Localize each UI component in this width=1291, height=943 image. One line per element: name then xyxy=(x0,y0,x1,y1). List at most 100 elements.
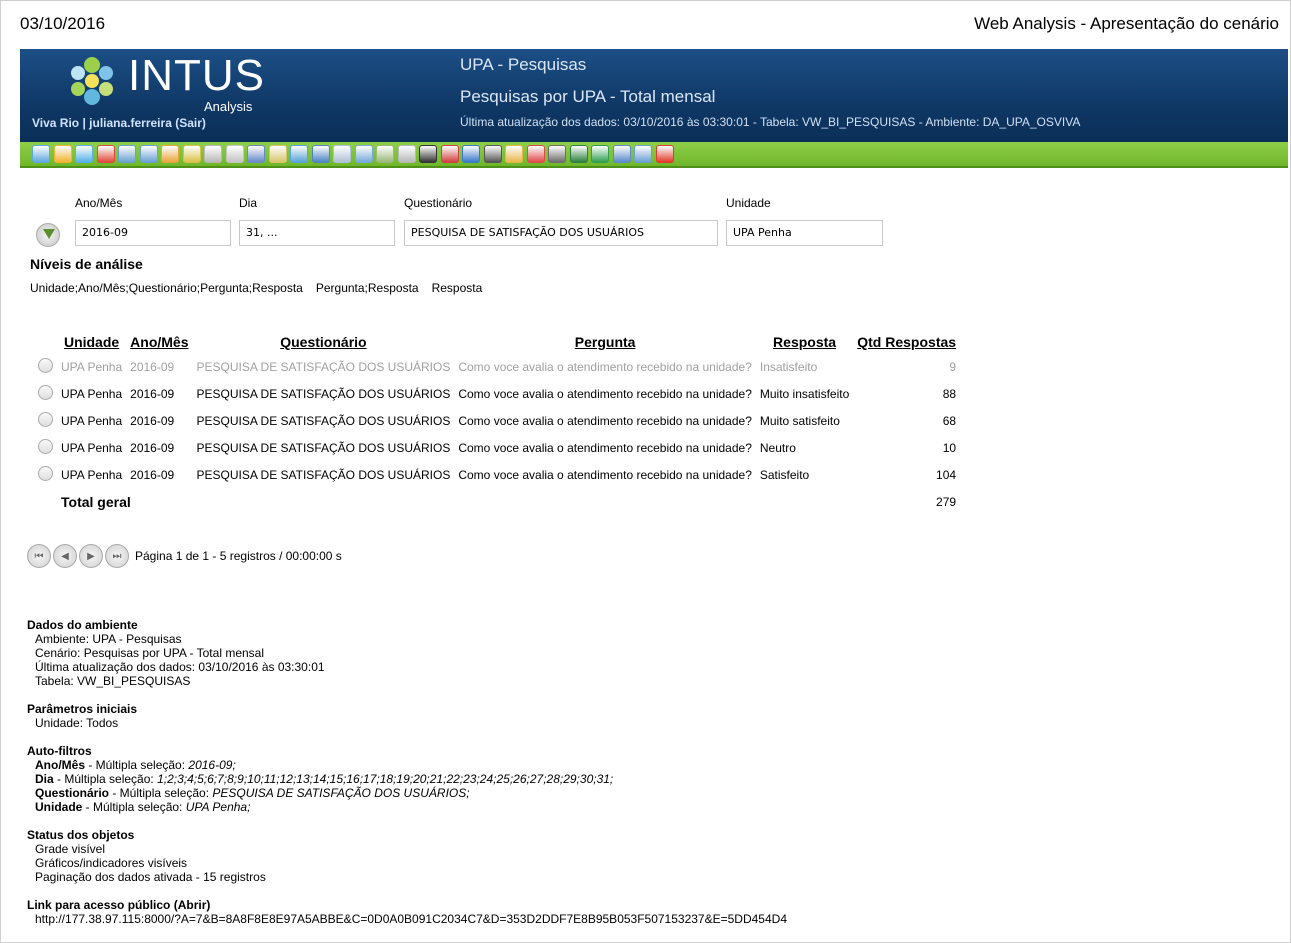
reload-icon[interactable] xyxy=(75,145,93,163)
filter-anomes-field[interactable]: 2016-09 xyxy=(75,220,231,246)
filter-remove-icon[interactable] xyxy=(204,145,222,163)
presentation-icon[interactable] xyxy=(118,145,136,163)
level-link-pergunta[interactable]: Pergunta;Resposta xyxy=(316,281,419,295)
cell-resposta: Muito insatisfeito xyxy=(759,386,850,401)
env-line: Tabela: VW_BI_PESQUISAS xyxy=(35,674,191,688)
table-row[interactable]: UPA Penha 2016-09 PESQUISA DE SATISFAÇÃO D… xyxy=(34,380,960,407)
cell-qtd: 9 xyxy=(949,359,957,374)
grid-icon[interactable] xyxy=(290,145,308,163)
link-icon[interactable] xyxy=(225,145,244,163)
logout-link[interactable]: Sair xyxy=(179,116,202,130)
env-line: Cenário: Pesquisas por UPA - Total mensa… xyxy=(35,646,265,660)
pagination: ⏮ ◀ ▶ ⏭ Página 1 de 1 - 5 registros / 00… xyxy=(27,544,342,568)
apply-filter-button[interactable] xyxy=(36,223,60,247)
col-qtd-respostas[interactable]: Qtd Respostas xyxy=(853,331,960,353)
filter-questionario-field[interactable]: PESQUISA DE SATISFAÇÃO DOS USUÁRIOS xyxy=(404,220,718,246)
cell-qtd: 10 xyxy=(942,440,957,455)
row-radio[interactable] xyxy=(38,384,53,400)
next-page-button[interactable]: ▶ xyxy=(79,544,103,568)
public-link-title: Link para acesso público (Abrir) xyxy=(27,898,211,912)
cell-unidade: UPA Penha xyxy=(61,440,123,455)
cell-pergunta: Como voce avalia o atendimento recebido … xyxy=(458,359,752,374)
page-status: Página 1 de 1 - 5 registros / 00:00:00 s xyxy=(135,549,342,563)
cell-questionario: PESQUISA DE SATISFAÇÃO DOS USUÁRIOS xyxy=(196,359,451,374)
level-link-full[interactable]: Unidade;Ano/Mês;Questionário;Pergunta;Re… xyxy=(30,281,303,295)
indicator-icon[interactable] xyxy=(526,145,545,163)
cell-pergunta: Como voce avalia o atendimento recebido … xyxy=(458,440,752,455)
print-icon[interactable] xyxy=(548,145,566,163)
col-resposta[interactable]: Resposta xyxy=(756,331,853,353)
pin-icon[interactable] xyxy=(96,145,115,163)
page-date: 03/10/2016 xyxy=(20,14,106,33)
close-icon[interactable] xyxy=(655,145,674,163)
open-link[interactable]: Abrir xyxy=(178,898,207,912)
cell-questionario: PESQUISA DE SATISFAÇÃO DOS USUÁRIOS xyxy=(196,413,451,428)
bar-small-icon[interactable] xyxy=(397,145,416,163)
sum-icon[interactable] xyxy=(333,145,351,163)
fx-icon[interactable] xyxy=(419,145,437,163)
home-icon[interactable] xyxy=(32,145,50,163)
total-label: Total geral xyxy=(61,493,131,510)
export-excel-icon[interactable] xyxy=(591,145,609,163)
filter-icon[interactable] xyxy=(182,145,201,163)
filter-label-dia: Dia xyxy=(239,196,258,210)
environment-title: UPA - Pesquisas xyxy=(460,55,587,74)
cell-unidade: UPA Penha xyxy=(61,413,123,428)
col-pergunta[interactable]: Pergunta xyxy=(454,331,756,353)
public-link-url[interactable]: http://177.38.97.115:8000/?A=7&B=8A8F8E8… xyxy=(27,912,787,926)
filter-dia-field[interactable]: 31, ... xyxy=(239,220,395,246)
last-page-button[interactable]: ⏭ xyxy=(105,544,129,568)
prev-page-icon: ◀ xyxy=(61,550,69,562)
level-link-resposta[interactable]: Resposta xyxy=(432,281,483,295)
row-radio[interactable] xyxy=(38,357,53,373)
table-row[interactable]: UPA Penha 2016-09 PESQUISA DE SATISFAÇÃO D… xyxy=(34,353,960,380)
cell-unidade: UPA Penha xyxy=(61,386,123,401)
table-row[interactable]: UPA Penha 2016-09 PESQUISA DE SATISFAÇÃO D… xyxy=(34,407,960,434)
table-row[interactable]: UPA Penha 2016-09 PESQUISA DE SATISFAÇÃO D… xyxy=(34,461,960,488)
refresh-icon[interactable] xyxy=(53,145,72,163)
export-icon[interactable] xyxy=(569,145,588,163)
col-questionario[interactable]: Questionário xyxy=(193,331,455,353)
prev-page-button[interactable]: ◀ xyxy=(53,544,77,568)
cell-unidade: UPA Penha xyxy=(61,359,123,374)
cell-anomes: 2016-09 xyxy=(130,386,175,401)
row-radio[interactable] xyxy=(38,411,53,427)
update-info: Última atualização dos dados: 03/10/2016… xyxy=(460,115,1081,129)
col-anomes[interactable]: Ano/Mês xyxy=(126,331,192,353)
chart-bar-icon[interactable] xyxy=(440,145,459,163)
window-icon[interactable] xyxy=(354,145,373,163)
logo-subtext: Analysis xyxy=(204,99,253,114)
row-radio[interactable] xyxy=(38,438,53,454)
filter-label-questionario: Questionário xyxy=(404,196,473,210)
cell-questionario: PESQUISA DE SATISFAÇÃO DOS USUÁRIOS xyxy=(196,440,451,455)
params-title: Parâmetros iniciais xyxy=(27,702,138,716)
chart-line-icon[interactable] xyxy=(462,145,480,163)
cell-qtd: 88 xyxy=(942,386,957,401)
table-row[interactable]: UPA Penha 2016-09 PESQUISA DE SATISFAÇÃO D… xyxy=(34,434,960,461)
last-page-icon: ⏭ xyxy=(112,550,122,562)
layout-icon[interactable] xyxy=(376,145,394,163)
status-line: Gráficos/indicadores visíveis xyxy=(35,856,188,870)
cell-anomes: 2016-09 xyxy=(130,413,175,428)
cell-questionario: PESQUISA DE SATISFAÇÃO DOS USUÁRIOS xyxy=(196,467,451,482)
new-window-icon[interactable] xyxy=(634,145,652,163)
table-icon[interactable] xyxy=(311,145,330,163)
logo-text: INTUS xyxy=(128,51,265,100)
first-page-button[interactable]: ⏮ xyxy=(27,544,51,568)
spellcheck-icon[interactable] xyxy=(247,145,265,163)
col-unidade[interactable]: Unidade xyxy=(57,331,126,353)
save-icon[interactable] xyxy=(612,145,631,163)
row-radio[interactable] xyxy=(38,465,53,481)
scenario-title: Pesquisas por UPA - Total mensal xyxy=(460,87,716,106)
traffic-icon[interactable] xyxy=(505,145,523,163)
gauge-icon[interactable] xyxy=(483,145,502,163)
filter-edit-icon[interactable] xyxy=(161,145,179,163)
autofilter-line: Questionário - Múltipla seleção: PESQUIS… xyxy=(35,786,470,800)
data-grid: Unidade Ano/Mês Questionário Pergunta Re… xyxy=(34,331,960,515)
toolbar xyxy=(20,142,1288,168)
filter-label-unidade: Unidade xyxy=(726,196,771,210)
filter-unidade-field[interactable]: UPA Penha xyxy=(726,220,883,246)
total-row: Total geral 279 xyxy=(34,488,960,515)
presentation-edit-icon[interactable] xyxy=(139,145,158,163)
columns-icon[interactable] xyxy=(268,145,287,163)
